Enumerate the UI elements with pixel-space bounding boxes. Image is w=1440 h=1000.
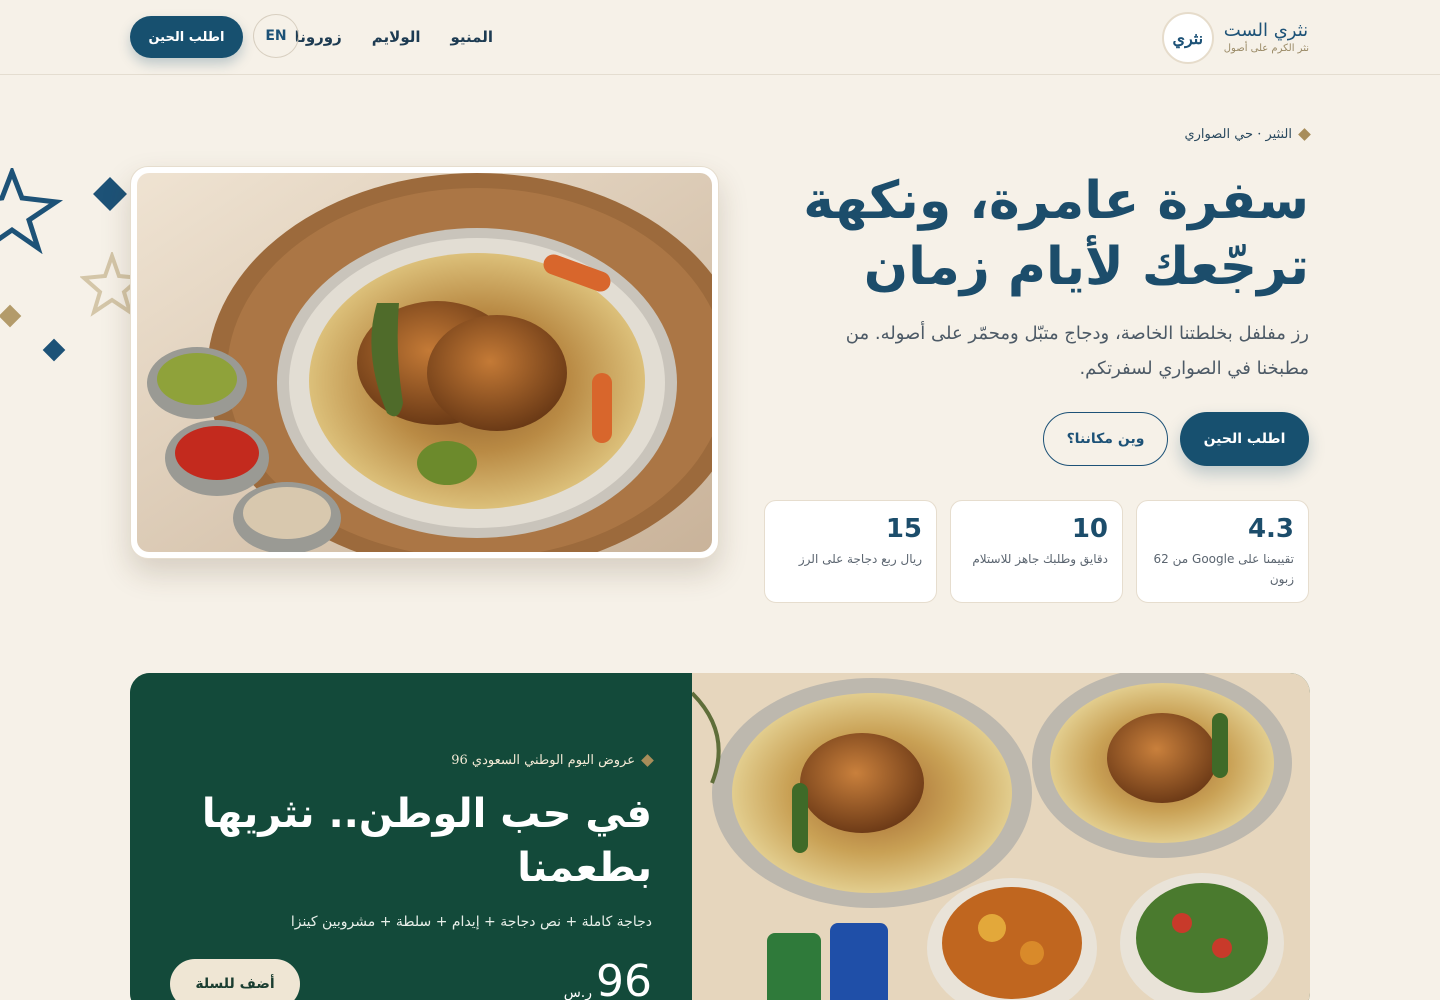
nav-link-banquets[interactable]: الولايم <box>372 24 421 50</box>
hero-order-button[interactable]: اطلب الحين <box>1180 412 1309 466</box>
offer-title: في حب الوطن.. نثريها بطعمنا <box>201 791 652 891</box>
stat-card-rating: 4.3 تقييمنا على Google من 62 زبون <box>1136 500 1309 603</box>
stat-card-price: 15 ريال ربع دجاجة على الرز <box>764 500 937 603</box>
price-currency: ر.س <box>563 985 592 1000</box>
diamond-icon <box>93 177 127 211</box>
offer-food-image <box>690 673 1310 1000</box>
diamond-icon <box>0 304 22 328</box>
offer-eyebrow-text: عروض اليوم الوطني السعودي 96 <box>451 753 635 768</box>
stat-label: دقايق وطلبك جاهز للاستلام <box>972 552 1108 566</box>
hero-description: رز مفلفل بخلطتنا الخاصة، ودجاج متبّل ومح… <box>845 323 1309 379</box>
star-outline-icon <box>80 252 136 317</box>
brand-tagline: نثر الكرم على أصول <box>1223 43 1309 54</box>
stat-label: تقييمنا على Google من 62 زبون <box>1153 552 1294 586</box>
brand-text: نثري الست نثر الكرم على أصول <box>1224 20 1309 56</box>
location-button[interactable]: وين مكاننا؟ <box>1043 412 1168 466</box>
hero-eyebrow-text: النثير · حي الصواري <box>1184 127 1292 142</box>
stat-value: 15 <box>885 514 922 544</box>
hero-eyebrow: النثير · حي الصواري <box>1184 127 1311 142</box>
brand-name: نثري الست <box>1223 20 1309 41</box>
national-day-offer: عروض اليوم الوطني السعودي 96 في حب الوطن… <box>130 673 1310 1000</box>
offer-panel: عروض اليوم الوطني السعودي 96 في حب الوطن… <box>130 673 692 1000</box>
star-outline-icon <box>0 168 64 254</box>
language-toggle-button[interactable]: EN <box>253 14 299 58</box>
brand[interactable]: نثري الست نثر الكرم على أصول نثري <box>1161 11 1309 65</box>
offer-price: 96 ر.س <box>564 957 652 1000</box>
brand-logo-icon[interactable]: نثري <box>1161 12 1214 64</box>
brand-logo-text: نثري <box>1172 28 1204 48</box>
offer-description: دجاجة كاملة + نص دجاجة + إيدام + سلطة + … <box>290 914 652 930</box>
stat-card-prep-time: 10 دقايق وطلبك جاهز للاستلام <box>950 500 1123 603</box>
diamond-icon <box>1298 128 1311 141</box>
offer-eyebrow: عروض اليوم الوطني السعودي 96 <box>451 753 654 768</box>
stat-label: ريال ربع دجاجة على الرز <box>798 552 922 566</box>
stat-value: 10 <box>1071 514 1108 544</box>
diamond-icon <box>641 754 654 767</box>
stat-value: 4.3 <box>1247 514 1294 544</box>
site-header: نثري الست نثر الكرم على أصول نثري المنيو… <box>0 0 1440 75</box>
diamond-icon <box>42 338 66 362</box>
chicken-rice-plate-illustration <box>137 173 712 552</box>
stats-row: 4.3 تقييمنا على Google من 62 زبون 10 دقا… <box>764 500 1309 603</box>
hero-food-image <box>130 166 719 559</box>
nav-link-menu[interactable]: المنيو <box>451 24 493 50</box>
price-value: 96 <box>596 956 652 1000</box>
main-nav: المنيو الولايم زورونا <box>295 24 493 50</box>
header-order-button[interactable]: اطلب الحين <box>130 16 243 58</box>
add-to-cart-button[interactable]: أضف للسلة <box>170 959 300 1000</box>
nav-link-visit[interactable]: زورونا <box>295 24 342 50</box>
family-meal-illustration <box>690 673 1310 1000</box>
hero-title: سفرة عامرة، ونكهة ترجّعك لأيام زمان <box>803 171 1309 297</box>
